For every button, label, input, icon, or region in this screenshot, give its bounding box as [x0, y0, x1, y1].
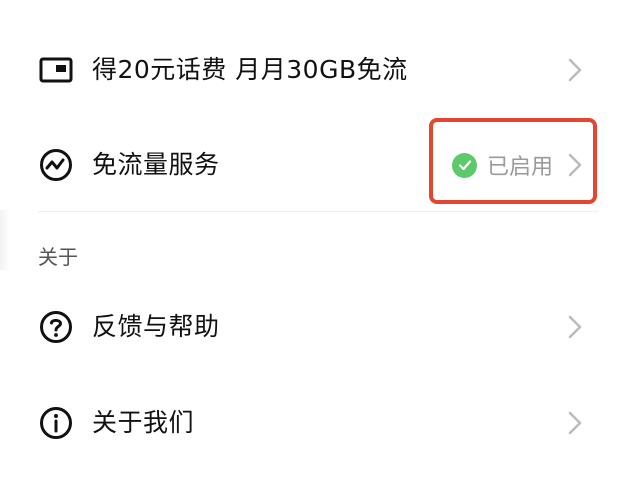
menu-item-data-bonus[interactable]: 得20元话费 月月30GB免流	[0, 35, 632, 105]
menu-item-label: 得20元话费 月月30GB免流	[92, 55, 408, 84]
question-circle-icon	[38, 309, 74, 345]
divider	[38, 211, 598, 212]
menu-item-label: 免流量服务	[92, 150, 220, 179]
chevron-right-icon	[565, 56, 585, 84]
highlight-annotation-box	[429, 118, 597, 204]
menu-item-feedback-help[interactable]: 反馈与帮助	[0, 292, 632, 362]
menu-item-about-us[interactable]: 关于我们	[0, 388, 632, 458]
menu-item-label: 关于我们	[92, 408, 195, 437]
edge-shadow	[0, 210, 10, 270]
section-header-about: 关于	[38, 245, 78, 269]
menu-item-label: 反馈与帮助	[92, 312, 220, 341]
sim-card-icon	[38, 52, 74, 88]
chevron-right-icon	[565, 409, 585, 437]
info-circle-icon	[38, 405, 74, 441]
activity-circle-icon	[38, 147, 74, 183]
chevron-right-icon	[565, 313, 585, 341]
